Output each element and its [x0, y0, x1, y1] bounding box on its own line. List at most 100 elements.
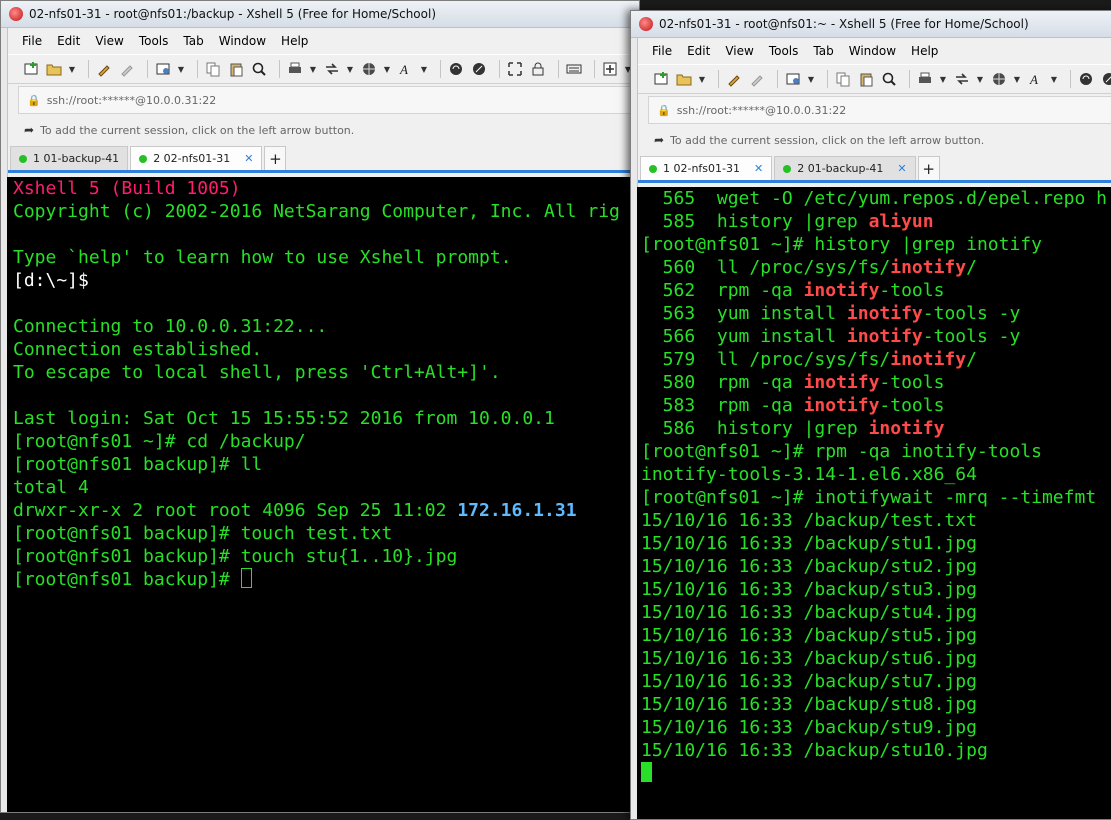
dropdown-caret-icon[interactable]: ▼ — [1013, 70, 1021, 88]
keyboard-icon[interactable] — [565, 60, 583, 78]
properties-icon[interactable] — [784, 70, 802, 88]
disconnect-icon[interactable] — [748, 70, 766, 88]
print-icon[interactable] — [916, 70, 934, 88]
reconnect-icon[interactable] — [95, 60, 113, 78]
dropdown-caret-icon[interactable]: ▼ — [1050, 70, 1058, 88]
print-icon[interactable] — [286, 60, 304, 78]
add-session-arrow-icon[interactable]: ➦ — [24, 123, 34, 137]
terminal-text: 15/10/16 16:33 /backup/stu3.jpg — [641, 579, 977, 600]
xshell-app-icon — [9, 7, 23, 21]
menu-help[interactable]: Help — [911, 44, 938, 58]
find-icon[interactable] — [250, 60, 268, 78]
terminal-text: Connection established. — [13, 339, 263, 360]
terminal-text: inotify — [803, 372, 880, 393]
terminal-line: Last login: Sat Oct 15 15:55:52 2016 fro… — [13, 407, 639, 430]
terminal-line: drwxr-xr-x 2 root root 4096 Sep 25 11:02… — [13, 499, 639, 522]
plus-icon: + — [922, 159, 935, 178]
dropdown-caret-icon[interactable]: ▼ — [383, 60, 391, 78]
xshell-window-nfs[interactable]: 02-nfs01-31 - root@nfs01:~ - Xshell 5 (F… — [630, 10, 1111, 820]
dropdown-caret-icon[interactable]: ▼ — [420, 60, 428, 78]
menu-file[interactable]: File — [22, 34, 42, 48]
fullscreen-icon[interactable] — [506, 60, 524, 78]
transfer-icon[interactable] — [953, 70, 971, 88]
font-icon[interactable]: A — [1027, 70, 1045, 88]
open-folder-icon[interactable] — [45, 60, 63, 78]
tab-01-backup-41[interactable]: 2 01-backup-41 ✕ — [774, 156, 916, 180]
font-icon[interactable]: A — [397, 60, 415, 78]
reconnect-icon[interactable] — [725, 70, 743, 88]
connected-status-icon — [139, 154, 148, 163]
transfer-icon[interactable] — [323, 60, 341, 78]
paste-icon[interactable] — [227, 60, 245, 78]
menu-file[interactable]: File — [652, 44, 672, 58]
menu-tools[interactable]: Tools — [769, 44, 799, 58]
terminal-line — [641, 762, 1111, 785]
add-session-arrow-icon[interactable]: ➦ — [654, 133, 664, 147]
menu-window[interactable]: Window — [219, 34, 266, 48]
add-icon[interactable] — [601, 60, 619, 78]
terminal-output[interactable]: 565 wget -O /etc/yum.repos.d/epel.repo h… — [637, 187, 1111, 819]
terminal-line: Xshell 5 (Build 1005) — [13, 177, 639, 200]
menu-window[interactable]: Window — [849, 44, 896, 58]
new-tab-button[interactable]: + — [264, 146, 287, 170]
xftp-icon[interactable] — [1077, 70, 1095, 88]
menu-tools[interactable]: Tools — [139, 34, 169, 48]
copy-icon[interactable] — [834, 70, 852, 88]
toolbar-separator — [777, 70, 778, 88]
terminal-text: drwxr-xr-x 2 root root 4096 Sep 25 11:02 — [13, 500, 458, 521]
menu-tab[interactable]: Tab — [813, 44, 833, 58]
close-tab-icon[interactable]: ✕ — [244, 152, 253, 165]
dropdown-caret-icon[interactable]: ▼ — [976, 70, 984, 88]
menu-bar: File Edit View Tools Tab Window Help — [638, 38, 1111, 64]
dropdown-caret-icon[interactable]: ▼ — [698, 70, 706, 88]
close-tab-icon[interactable]: ✕ — [897, 162, 906, 175]
dropdown-caret-icon[interactable]: ▼ — [309, 60, 317, 78]
tab-01-backup-41[interactable]: 1 01-backup-41 — [10, 146, 129, 170]
terminal-output[interactable]: Xshell 5 (Build 1005) Copyright (c) 2002-… — [7, 177, 639, 812]
terminal-text: / — [966, 349, 977, 370]
dropdown-caret-icon[interactable]: ▼ — [346, 60, 354, 78]
terminal-line: 583 rpm -qa inotify-tools — [641, 394, 1111, 417]
copy-icon[interactable] — [204, 60, 222, 78]
address-bar[interactable]: 🔒 ssh://root:******@10.0.0.31:22 — [648, 96, 1111, 124]
window-title: 02-nfs01-31 - root@nfs01:/backup - Xshel… — [29, 7, 437, 21]
globe-icon[interactable] — [360, 60, 378, 78]
terminal-text: -tools — [879, 395, 945, 416]
new-session-icon[interactable] — [22, 60, 40, 78]
globe-icon[interactable] — [990, 70, 1008, 88]
open-folder-icon[interactable] — [675, 70, 693, 88]
properties-icon[interactable] — [154, 60, 172, 78]
menu-view[interactable]: View — [725, 44, 753, 58]
menu-help[interactable]: Help — [281, 34, 308, 48]
tab-02-nfs01-31[interactable]: 1 02-nfs01-31 ✕ — [640, 156, 773, 180]
window-title: 02-nfs01-31 - root@nfs01:~ - Xshell 5 (F… — [659, 17, 1029, 31]
title-bar[interactable]: 02-nfs01-31 - root@nfs01:~ - Xshell 5 (F… — [631, 11, 1111, 38]
toolbar-separator — [827, 70, 828, 88]
dropdown-caret-icon[interactable]: ▼ — [807, 70, 815, 88]
lock-icon: 🔒 — [27, 93, 41, 107]
menu-tab[interactable]: Tab — [183, 34, 203, 48]
dropdown-caret-icon[interactable]: ▼ — [177, 60, 185, 78]
disconnect-icon[interactable] — [118, 60, 136, 78]
new-session-icon[interactable] — [652, 70, 670, 88]
new-tab-button[interactable]: + — [917, 156, 940, 180]
xftp-icon[interactable] — [447, 60, 465, 78]
title-bar[interactable]: 02-nfs01-31 - root@nfs01:/backup - Xshel… — [1, 1, 639, 28]
xshell-window-backup[interactable]: 02-nfs01-31 - root@nfs01:/backup - Xshel… — [0, 0, 640, 813]
menu-view[interactable]: View — [95, 34, 123, 48]
compose-icon[interactable] — [1100, 70, 1111, 88]
dropdown-caret-icon[interactable]: ▼ — [939, 70, 947, 88]
tab-label: 2 02-nfs01-31 — [153, 152, 231, 165]
find-icon[interactable] — [880, 70, 898, 88]
menu-edit[interactable]: Edit — [687, 44, 710, 58]
tab-02-nfs01-31[interactable]: 2 02-nfs01-31 ✕ — [130, 146, 263, 170]
compose-icon[interactable] — [470, 60, 488, 78]
lock-icon[interactable] — [529, 60, 547, 78]
menu-edit[interactable]: Edit — [57, 34, 80, 48]
dropdown-caret-icon[interactable]: ▼ — [68, 60, 76, 78]
terminal-text: 562 rpm -qa — [641, 280, 804, 301]
close-tab-icon[interactable]: ✕ — [754, 162, 763, 175]
paste-icon[interactable] — [857, 70, 875, 88]
toolbar-separator — [147, 60, 148, 78]
address-bar[interactable]: 🔒 ssh://root:******@10.0.0.31:22 — [18, 86, 635, 114]
